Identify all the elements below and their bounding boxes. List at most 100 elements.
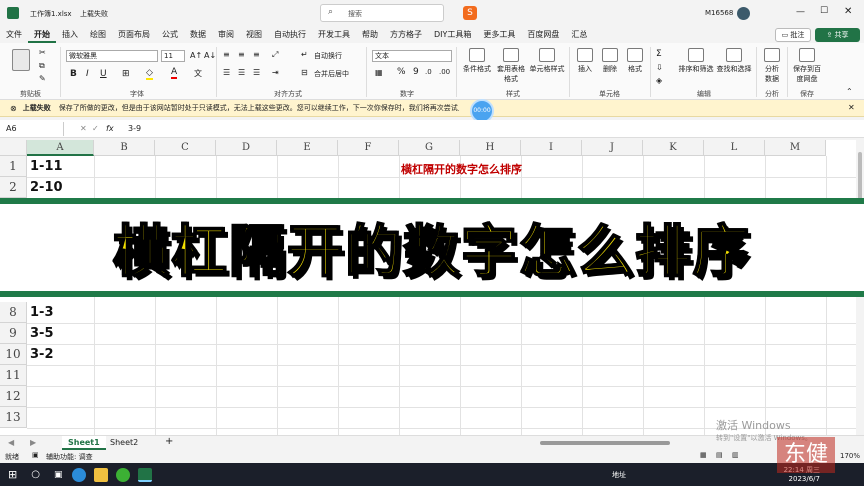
insert-cells-button[interactable]: 插入 xyxy=(574,48,596,74)
phonetic-icon[interactable]: 文 xyxy=(194,68,202,79)
accessibility-status[interactable]: 辅助功能: 调查 xyxy=(46,452,93,462)
row-header-8[interactable]: 8 xyxy=(0,302,27,323)
taskbar-search-icon[interactable]: ○ xyxy=(31,469,40,480)
align-top-icon[interactable]: ≡ xyxy=(223,50,230,59)
next-sheet-icon[interactable]: ▶ xyxy=(30,438,36,447)
excel-taskbar-icon[interactable] xyxy=(138,467,153,482)
row-header-11[interactable]: 11 xyxy=(0,365,27,386)
fill-icon[interactable]: ⇩ xyxy=(656,63,663,72)
message-close-icon[interactable]: ✕ xyxy=(848,103,855,112)
column-header-g[interactable]: G xyxy=(399,140,460,156)
clear-icon[interactable]: ◈ xyxy=(656,76,662,85)
border-icon[interactable]: ⊞ xyxy=(122,69,130,79)
tab-page-layout[interactable]: 页面布局 xyxy=(112,27,156,43)
align-center-icon[interactable]: ☰ xyxy=(238,68,245,77)
tab-diy-toolbox[interactable]: DIY工具箱 xyxy=(428,27,477,43)
tab-baidu-netdisk[interactable]: 百度网盘 xyxy=(521,27,565,43)
merge-center-button[interactable]: 合并后居中 xyxy=(314,69,349,79)
sort-filter-button[interactable]: 排序和筛选 xyxy=(678,48,714,74)
cell-styles-button[interactable]: 单元格样式 xyxy=(528,48,566,74)
share-button[interactable]: ⇪ 共享 xyxy=(815,28,860,42)
tab-more-tools[interactable]: 更多工具 xyxy=(477,27,521,43)
column-header-i[interactable]: I xyxy=(521,140,582,156)
edge-icon[interactable] xyxy=(72,467,87,482)
tab-insert[interactable]: 插入 xyxy=(56,27,84,43)
format-painter-icon[interactable]: ✎ xyxy=(39,74,46,83)
add-sheet-button[interactable]: + xyxy=(165,436,173,447)
underline-button[interactable]: U xyxy=(100,69,107,79)
indent-icon[interactable]: ⇥ xyxy=(272,68,279,77)
decrease-decimal-icon[interactable]: .00 xyxy=(439,68,450,76)
font-color-button[interactable]: A xyxy=(171,67,178,79)
align-middle-icon[interactable]: ≡ xyxy=(238,50,245,59)
save-baidu-button[interactable]: 保存到百度网盘 xyxy=(792,48,822,84)
sheet-tab-sheet2[interactable]: Sheet2 xyxy=(106,436,142,450)
sogou-toolbar[interactable]: S xyxy=(463,6,553,20)
cell-a2[interactable]: 2-10 xyxy=(30,180,63,195)
taskbar-location[interactable]: 地址 xyxy=(612,470,626,480)
ribbon-collapse-icon[interactable]: ⌃ xyxy=(846,87,853,96)
comments-button[interactable]: ▭ 批注 xyxy=(775,28,811,42)
tab-summary[interactable]: 汇总 xyxy=(565,27,593,43)
task-view-icon[interactable]: ▣ xyxy=(54,470,63,480)
tab-review[interactable]: 审阅 xyxy=(212,27,240,43)
autosum-icon[interactable]: Σ xyxy=(656,49,662,59)
column-header-c[interactable]: C xyxy=(155,140,216,156)
upload-status[interactable]: 上载失败 xyxy=(80,9,108,19)
avatar[interactable] xyxy=(737,7,750,20)
increase-decimal-icon[interactable]: .0 xyxy=(425,68,432,76)
column-header-a[interactable]: A xyxy=(27,140,94,156)
file-name[interactable]: 工作簿1.xlsx xyxy=(30,9,72,19)
row-header-2[interactable]: 2 xyxy=(0,177,27,198)
orientation-icon[interactable]: ⤢ xyxy=(272,50,278,60)
tab-file[interactable]: 文件 xyxy=(0,27,28,43)
align-bottom-icon[interactable]: ≡ xyxy=(253,50,260,59)
view-normal-icon[interactable]: ▦ xyxy=(700,451,707,459)
select-all-corner[interactable] xyxy=(0,140,27,156)
accounting-format-icon[interactable]: ▦ xyxy=(375,68,383,77)
view-page-layout-icon[interactable]: ▤ xyxy=(716,451,723,459)
start-icon[interactable]: ⊞ xyxy=(8,468,17,481)
cut-icon[interactable]: ✂ xyxy=(39,48,46,57)
copy-icon[interactable]: ⧉ xyxy=(39,61,45,71)
enter-icon[interactable]: ✓ xyxy=(92,124,99,133)
column-header-k[interactable]: K xyxy=(643,140,704,156)
analyze-data-button[interactable]: 分析数据 xyxy=(760,48,784,84)
font-name-select[interactable]: 微软雅黑 xyxy=(66,50,158,62)
cell-a1[interactable]: 1-11 xyxy=(30,159,63,174)
tab-automate[interactable]: 自动执行 xyxy=(268,27,312,43)
cancel-icon[interactable]: ✕ xyxy=(80,124,87,133)
wechat-icon[interactable] xyxy=(116,467,131,482)
formula-input[interactable]: 3-9 xyxy=(128,124,141,133)
name-box[interactable]: A6 xyxy=(2,122,64,136)
zoom-level[interactable]: 170% xyxy=(840,452,860,460)
cell-a10[interactable]: 3-2 xyxy=(30,347,54,362)
row-header-1[interactable]: 1 xyxy=(0,156,27,177)
fill-color-icon[interactable]: ◇ xyxy=(146,68,153,80)
column-header-b[interactable]: B xyxy=(94,140,155,156)
tab-help[interactable]: 帮助 xyxy=(356,27,384,43)
increase-font-icon[interactable]: A↑ xyxy=(190,51,202,60)
column-header-h[interactable]: H xyxy=(460,140,521,156)
column-header-e[interactable]: E xyxy=(277,140,338,156)
maximize-icon[interactable]: ☐ xyxy=(820,6,828,16)
minimize-icon[interactable]: — xyxy=(796,7,805,17)
tab-ffcell[interactable]: 方方格子 xyxy=(384,27,428,43)
search-box[interactable]: ⌕ 搜索 xyxy=(320,4,444,22)
view-page-break-icon[interactable]: ▥ xyxy=(732,451,739,459)
tab-data[interactable]: 数据 xyxy=(184,27,212,43)
number-format-select[interactable]: 文本 xyxy=(372,50,452,62)
cell-a9[interactable]: 3-5 xyxy=(30,326,54,341)
insert-function-button[interactable]: fx xyxy=(106,124,114,133)
row-header-12[interactable]: 12 xyxy=(0,386,27,407)
find-select-button[interactable]: 查找和选择 xyxy=(716,48,752,74)
italic-button[interactable]: I xyxy=(86,69,89,79)
scroll-thumb[interactable] xyxy=(858,152,862,202)
column-header-d[interactable]: D xyxy=(216,140,277,156)
tab-formulas[interactable]: 公式 xyxy=(156,27,184,43)
bold-button[interactable]: B xyxy=(70,69,77,79)
conditional-format-button[interactable]: 条件格式 xyxy=(460,48,494,74)
percent-style-icon[interactable]: % xyxy=(397,67,406,77)
format-as-table-button[interactable]: 套用表格格式 xyxy=(495,48,527,84)
sheet-tab-sheet1[interactable]: Sheet1 xyxy=(62,436,106,450)
